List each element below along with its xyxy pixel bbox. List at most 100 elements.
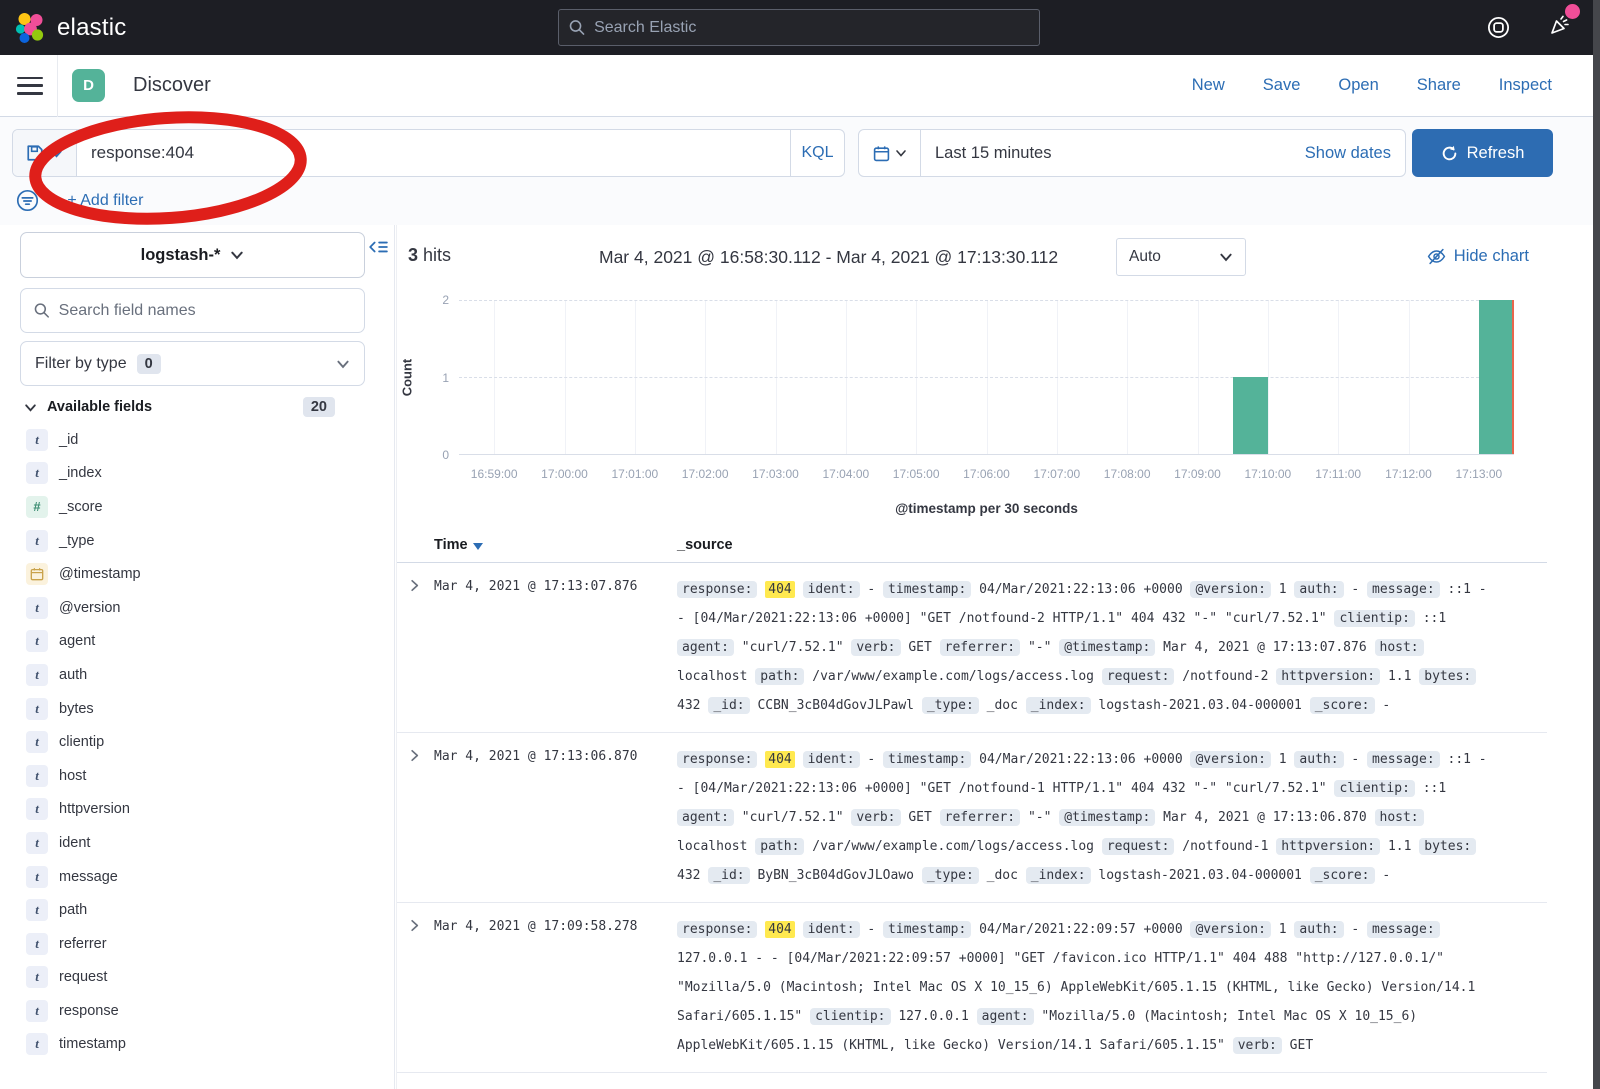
save-button[interactable]: Save [1263, 76, 1301, 95]
menu-icon[interactable] [17, 77, 43, 95]
inspect-button[interactable]: Inspect [1499, 76, 1552, 95]
x-axis-label: @timestamp per 30 seconds [459, 501, 1514, 516]
interval-select[interactable]: Auto [1116, 238, 1246, 276]
field-name: _id [59, 432, 78, 448]
page-scrollbar[interactable] [1593, 0, 1600, 1089]
source-value: - [1382, 698, 1390, 713]
global-search-input[interactable] [594, 19, 1029, 37]
new-button[interactable]: New [1192, 76, 1225, 95]
x-tick-label: 17:06:00 [963, 467, 1010, 481]
source-value: localhost [677, 669, 747, 684]
horizontal-gridline [459, 300, 1514, 301]
field-item-@timestamp[interactable]: @timestamp [0, 557, 395, 591]
share-button[interactable]: Share [1417, 76, 1461, 95]
source-value: "-" [1028, 640, 1051, 655]
source-value: 432 [677, 868, 700, 883]
index-pattern-select[interactable]: logstash-* [20, 232, 365, 278]
field-item-clientip[interactable]: tclientip [0, 725, 395, 759]
source-field-badge: response: [677, 751, 757, 768]
source-value: logstash-2021.03.04-000001 [1098, 698, 1302, 713]
source-value: "curl/7.52.1" [742, 640, 844, 655]
field-item-host[interactable]: thost [0, 759, 395, 793]
text-field-type-icon: t [26, 1000, 48, 1022]
source-field-badge: clientip: [1334, 780, 1414, 797]
field-item-response[interactable]: t response [0, 994, 395, 1028]
source-field-badge: @version: [1190, 581, 1270, 598]
text-field-type-icon: t [26, 798, 48, 820]
field-item-_type[interactable]: t_type [0, 524, 395, 558]
source-field-badge: timestamp: [883, 921, 971, 938]
open-button[interactable]: Open [1338, 76, 1378, 95]
elastic-logo-icon [14, 12, 47, 44]
field-item-_score[interactable]: #_score [0, 490, 395, 524]
query-input[interactable] [77, 143, 790, 163]
source-field-badge: ident: [803, 581, 860, 598]
collapse-fields-icon[interactable] [368, 237, 388, 257]
text-field-type-icon: t [26, 429, 48, 451]
histogram-bar-17:09:30[interactable] [1233, 377, 1268, 454]
global-search-box[interactable] [558, 9, 1040, 46]
field-search-input[interactable] [59, 302, 351, 320]
field-item-path[interactable]: tpath [0, 893, 395, 927]
date-picker: Last 15 minutes Show dates [858, 129, 1406, 177]
expand-doc-icon[interactable] [407, 578, 422, 598]
fields-sidebar: logstash-* Filter by type 0 Available fi… [0, 225, 395, 1089]
expand-doc-icon[interactable] [407, 918, 422, 938]
expand-doc-icon[interactable] [407, 748, 422, 768]
source-value: GET [1290, 1038, 1313, 1053]
source-value: 1 [1279, 582, 1287, 597]
field-item-httpversion[interactable]: thttpversion [0, 793, 395, 827]
saved-query-menu-button[interactable] [13, 130, 77, 176]
x-tick-label: 17:09:00 [1174, 467, 1221, 481]
field-name: response [59, 1003, 119, 1019]
histogram-bar-17:13:00[interactable] [1479, 300, 1514, 454]
field-item-auth[interactable]: tauth [0, 658, 395, 692]
field-search-box[interactable] [20, 288, 365, 333]
doc-source: response: 404 ident: - timestamp: 04/Mar… [677, 915, 1495, 1060]
field-item-ident[interactable]: tident [0, 826, 395, 860]
search-icon [34, 302, 50, 319]
source-value: 1.1 [1388, 839, 1411, 854]
text-field-type-icon: t [26, 698, 48, 720]
text-field-type-icon: t [26, 462, 48, 484]
app-header: D Discover New Save Open Share Inspect [0, 55, 1600, 117]
field-item-request[interactable]: trequest [0, 961, 395, 995]
field-item-agent[interactable]: tagent [0, 625, 395, 659]
field-item-_index[interactable]: t_index [0, 457, 395, 491]
field-item-message[interactable]: tmessage [0, 860, 395, 894]
field-name: @timestamp [59, 566, 141, 582]
source-field-badge: httpversion: [1276, 668, 1380, 685]
filter-icon[interactable] [16, 189, 39, 212]
field-item-_id[interactable]: t _id [0, 423, 395, 457]
refresh-button[interactable]: Refresh [1412, 129, 1553, 177]
field-item-@version[interactable]: t@version [0, 591, 395, 625]
source-field-badge: _index: [1026, 697, 1091, 714]
hide-chart-button[interactable]: Hide chart [1427, 247, 1529, 266]
source-field-badge: verb: [851, 809, 900, 826]
time-column-header[interactable]: Time [434, 537, 483, 553]
time-range-value[interactable]: Last 15 minutes [921, 144, 1305, 163]
source-value: logstash-2021.03.04-000001 [1098, 868, 1302, 883]
discover-app-badge[interactable]: D [72, 69, 105, 102]
source-value: ByBN_3cB04dGovJLOawo [757, 868, 914, 883]
field-item-timestamp[interactable]: ttimestamp [0, 1028, 395, 1062]
field-name: timestamp [59, 1036, 126, 1052]
field-name: referrer [59, 936, 107, 952]
field-item-bytes[interactable]: tbytes [0, 692, 395, 726]
show-dates-button[interactable]: Show dates [1305, 144, 1405, 163]
date-quick-select-button[interactable] [859, 130, 921, 176]
source-value: _doc [987, 868, 1018, 883]
add-filter-button[interactable]: + Add filter [67, 192, 143, 210]
help-icon[interactable] [1487, 16, 1510, 39]
available-fields-toggle[interactable]: Available fields 20 [24, 397, 365, 417]
doc-time: Mar 4, 2021 @ 17:09:58.278 [434, 919, 638, 934]
y-tick-label: 1 [409, 371, 449, 385]
query-language-button[interactable]: KQL [790, 130, 844, 176]
x-tick-label: 17:02:00 [682, 467, 729, 481]
filter-by-type-select[interactable]: Filter by type 0 [20, 341, 365, 386]
field-item-referrer[interactable]: treferrer [0, 927, 395, 961]
elastic-logo[interactable]: elastic [0, 12, 126, 44]
source-value: 432 [677, 698, 700, 713]
available-fields-count-badge: 20 [303, 397, 335, 417]
source-value: Mar 4, 2021 @ 17:13:07.876 [1163, 640, 1367, 655]
